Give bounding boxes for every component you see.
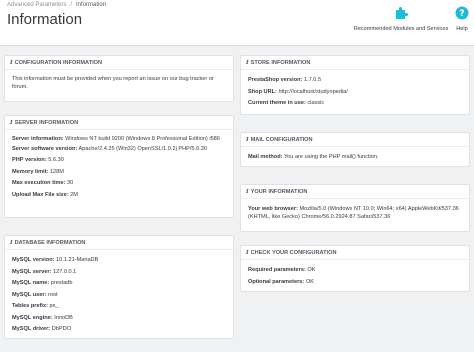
info-row: MySQL name: prestadb [12, 280, 73, 286]
info-icon: i [246, 60, 249, 66]
breadcrumb-separator: / [70, 2, 73, 8]
panel-heading: i Mail Configuration [241, 133, 469, 147]
your-information-panel: i Your Information Your web browser: Mozi… [240, 184, 470, 232]
info-row: Your web browser: Mozilla/5.0 (Windows N… [248, 206, 459, 220]
store-information-panel: i Store Information PrestaShop version: 1… [240, 55, 470, 115]
svg-text:?: ? [459, 9, 464, 19]
panel-body: This information must be provided when y… [5, 70, 233, 96]
info-icon: i [10, 120, 13, 126]
info-icon: i [246, 189, 249, 195]
configuration-note: This information must be provided when y… [12, 76, 214, 90]
check-configuration-panel: i Check your configuration Required param… [240, 245, 470, 292]
info-row: Required parameters: OK [248, 267, 316, 273]
panel-body: MySQL version: 10.1.21-MariaDB MySQL ser… [5, 250, 233, 341]
panel-body: PrestaShop version: 1.7.0.5 Shop URL: ht… [241, 70, 469, 115]
mail-configuration-panel: i Mail Configuration Mail method: You are… [240, 132, 470, 167]
info-row: MySQL version: 10.1.21-MariaDB [12, 257, 99, 263]
panel-body: Mail method: You are using the PHP mail(… [241, 147, 469, 169]
breadcrumb: Advanced Parameters / Information [7, 2, 106, 8]
info-row: Max execution time: 30 [12, 180, 74, 186]
recommended-modules-label: Recommended Modules and Services [353, 26, 449, 32]
info-row: Tables prefix: ps_ [12, 303, 59, 309]
info-row: PrestaShop version: 1.7.0.5 [248, 77, 322, 83]
info-icon: i [246, 137, 249, 143]
panel-heading: i Database Information [5, 236, 233, 250]
info-row: MySQL server: 127.0.0.1 [12, 268, 77, 275]
info-row: Shop URL: http://localhost/studyopedia/ [248, 88, 348, 95]
breadcrumb-parent[interactable]: Advanced Parameters [7, 2, 66, 8]
info-row: Server information: Windows NT build 920… [12, 136, 220, 142]
info-icon: i [10, 60, 13, 66]
info-row: Mail method: You are using the PHP mail(… [248, 154, 379, 160]
server-information-panel: i Server Information Server information: … [4, 115, 234, 218]
panel-heading: i Check your configuration [241, 246, 469, 260]
page-title: Information [7, 11, 83, 28]
panel-heading: i Store Information [241, 56, 469, 70]
panel-body: Your web browser: Mozilla/5.0 (Windows N… [241, 199, 469, 226]
configuration-information-panel: i Configuration Information This informat… [4, 55, 234, 102]
info-row: MySQL user: root [12, 291, 58, 298]
info-row: PHP version: 5.6.30 [12, 157, 64, 163]
info-row: Memory limit: 128M [12, 168, 64, 175]
help-button[interactable]: ? Help [451, 6, 473, 32]
panel-body: Server information: Windows NT build 920… [5, 130, 233, 206]
database-information-panel: i Database Information MySQL version: 10.… [4, 235, 234, 339]
info-row: Current theme in use: classic [248, 100, 325, 106]
info-row: Server software version: Apache/2.4.25 (… [12, 146, 207, 152]
panel-body: Required parameters: OK Optional paramet… [241, 260, 469, 293]
panel-heading: i Server Information [5, 116, 233, 130]
panel-heading: i Your Information [241, 185, 469, 199]
help-icon: ? [451, 6, 473, 22]
shop-url-link[interactable]: http://localhost/studyopedia/ [278, 89, 347, 95]
panel-heading: i Configuration Information [5, 56, 233, 70]
info-row: MySQL engine: InnoDB [12, 314, 73, 321]
info-row: MySQL driver: DbPDO [12, 326, 71, 332]
breadcrumb-current: Information [76, 2, 107, 8]
puzzle-icon [346, 6, 456, 22]
info-icon: i [246, 250, 249, 256]
info-row: Optional parameters: OK [248, 278, 314, 285]
info-icon: i [10, 240, 13, 246]
help-label: Help [456, 26, 468, 32]
page-header: Advanced Parameters / Information Informat… [0, 0, 474, 46]
info-row: Upload Max File size: 2M [12, 191, 78, 198]
recommended-modules-button[interactable]: Recommended Modules and Services [346, 6, 456, 32]
